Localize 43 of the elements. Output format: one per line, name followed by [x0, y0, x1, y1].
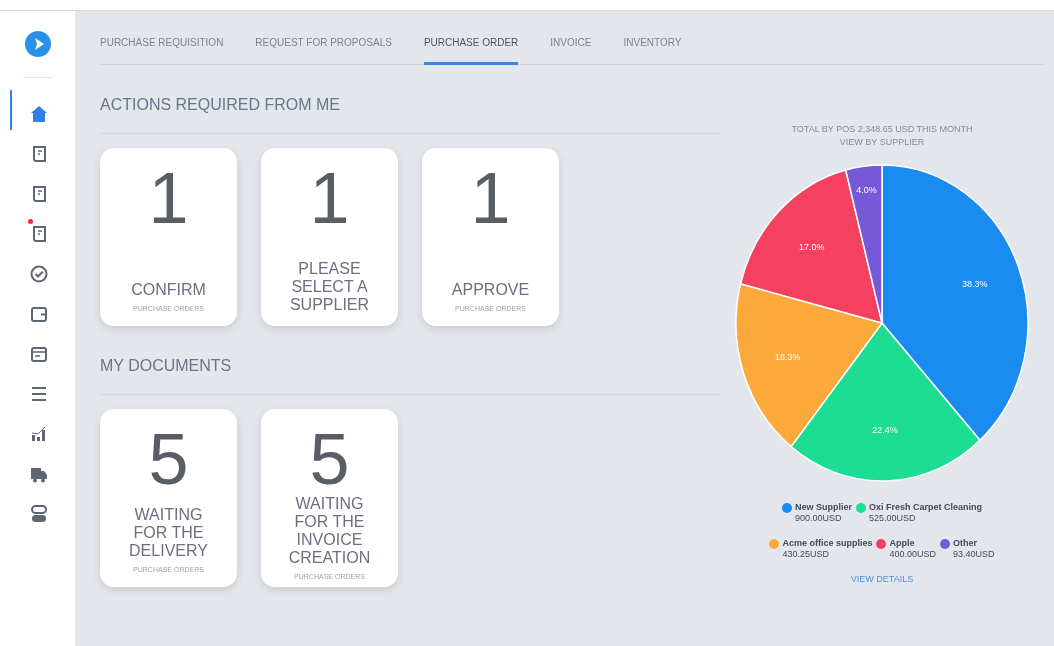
slice-label: 4.0% [856, 184, 877, 195]
tab[interactable]: PURCHASE ORDER [423, 35, 519, 65]
legend-label: Apple [889, 537, 916, 549]
menu-icon [29, 384, 48, 403]
chart-title: TOTAL BY POS 2,348.65 USD THIS MONTH [791, 123, 973, 136]
card-title: APPROVE [451, 280, 530, 299]
tab[interactable]: INVENTORY [623, 35, 682, 65]
card-title: PLEASE SELECT A SUPPLIER [288, 260, 371, 314]
tab[interactable]: INVOICE [550, 35, 592, 65]
check-icon [29, 264, 48, 283]
count: 1 [470, 162, 511, 234]
count: 5 [148, 423, 189, 495]
legend-label: Other [953, 537, 979, 549]
legend-amount: 400.00USD [889, 548, 936, 560]
chart-subtitle: VIEW BY SUPPLIER [839, 135, 925, 149]
bar-chart-icon [29, 424, 48, 443]
tab[interactable]: PURCHASE REQUISITION [100, 35, 224, 65]
card-title: WAITING FOR THE DELIVERY [128, 505, 209, 560]
count: 5 [309, 423, 350, 495]
summary-card[interactable]: 1 PLEASE SELECT A SUPPLIER [261, 148, 398, 326]
home-icon [29, 104, 48, 123]
legend-label: New Supplier [794, 502, 852, 513]
count: 1 [148, 162, 189, 234]
slice-label: 22.4% [872, 425, 898, 436]
card-title: WAITING FOR THE INVOICE CREATION [287, 495, 372, 567]
wallet-icon [29, 304, 48, 323]
legend-label: Oxi Fresh Carpet Cleaning [869, 502, 982, 513]
slice-label: 17.0% [799, 242, 825, 253]
slice-label: 38.3% [961, 279, 988, 290]
legend-amount: 525.00USD [869, 513, 917, 524]
toggle-icon [29, 504, 48, 523]
legend-amount: 430.25USD [782, 548, 830, 560]
tab[interactable]: REQUEST FOR PROPOSALS [255, 35, 392, 65]
legend-amount: 93.40USD [953, 548, 995, 560]
card-title: CONFIRM [131, 280, 206, 299]
section-heading: ACTIONS REQUIRED FROM ME [100, 93, 720, 134]
legend-label: Acme office supplies [782, 537, 873, 549]
logo-icon [24, 31, 51, 57]
slice-label: 18.3% [775, 352, 801, 363]
count: 1 [309, 162, 350, 234]
card-icon [29, 344, 48, 363]
legend-amount: 900.00USD [794, 513, 843, 524]
section-heading: MY DOCUMENTS [100, 354, 720, 395]
